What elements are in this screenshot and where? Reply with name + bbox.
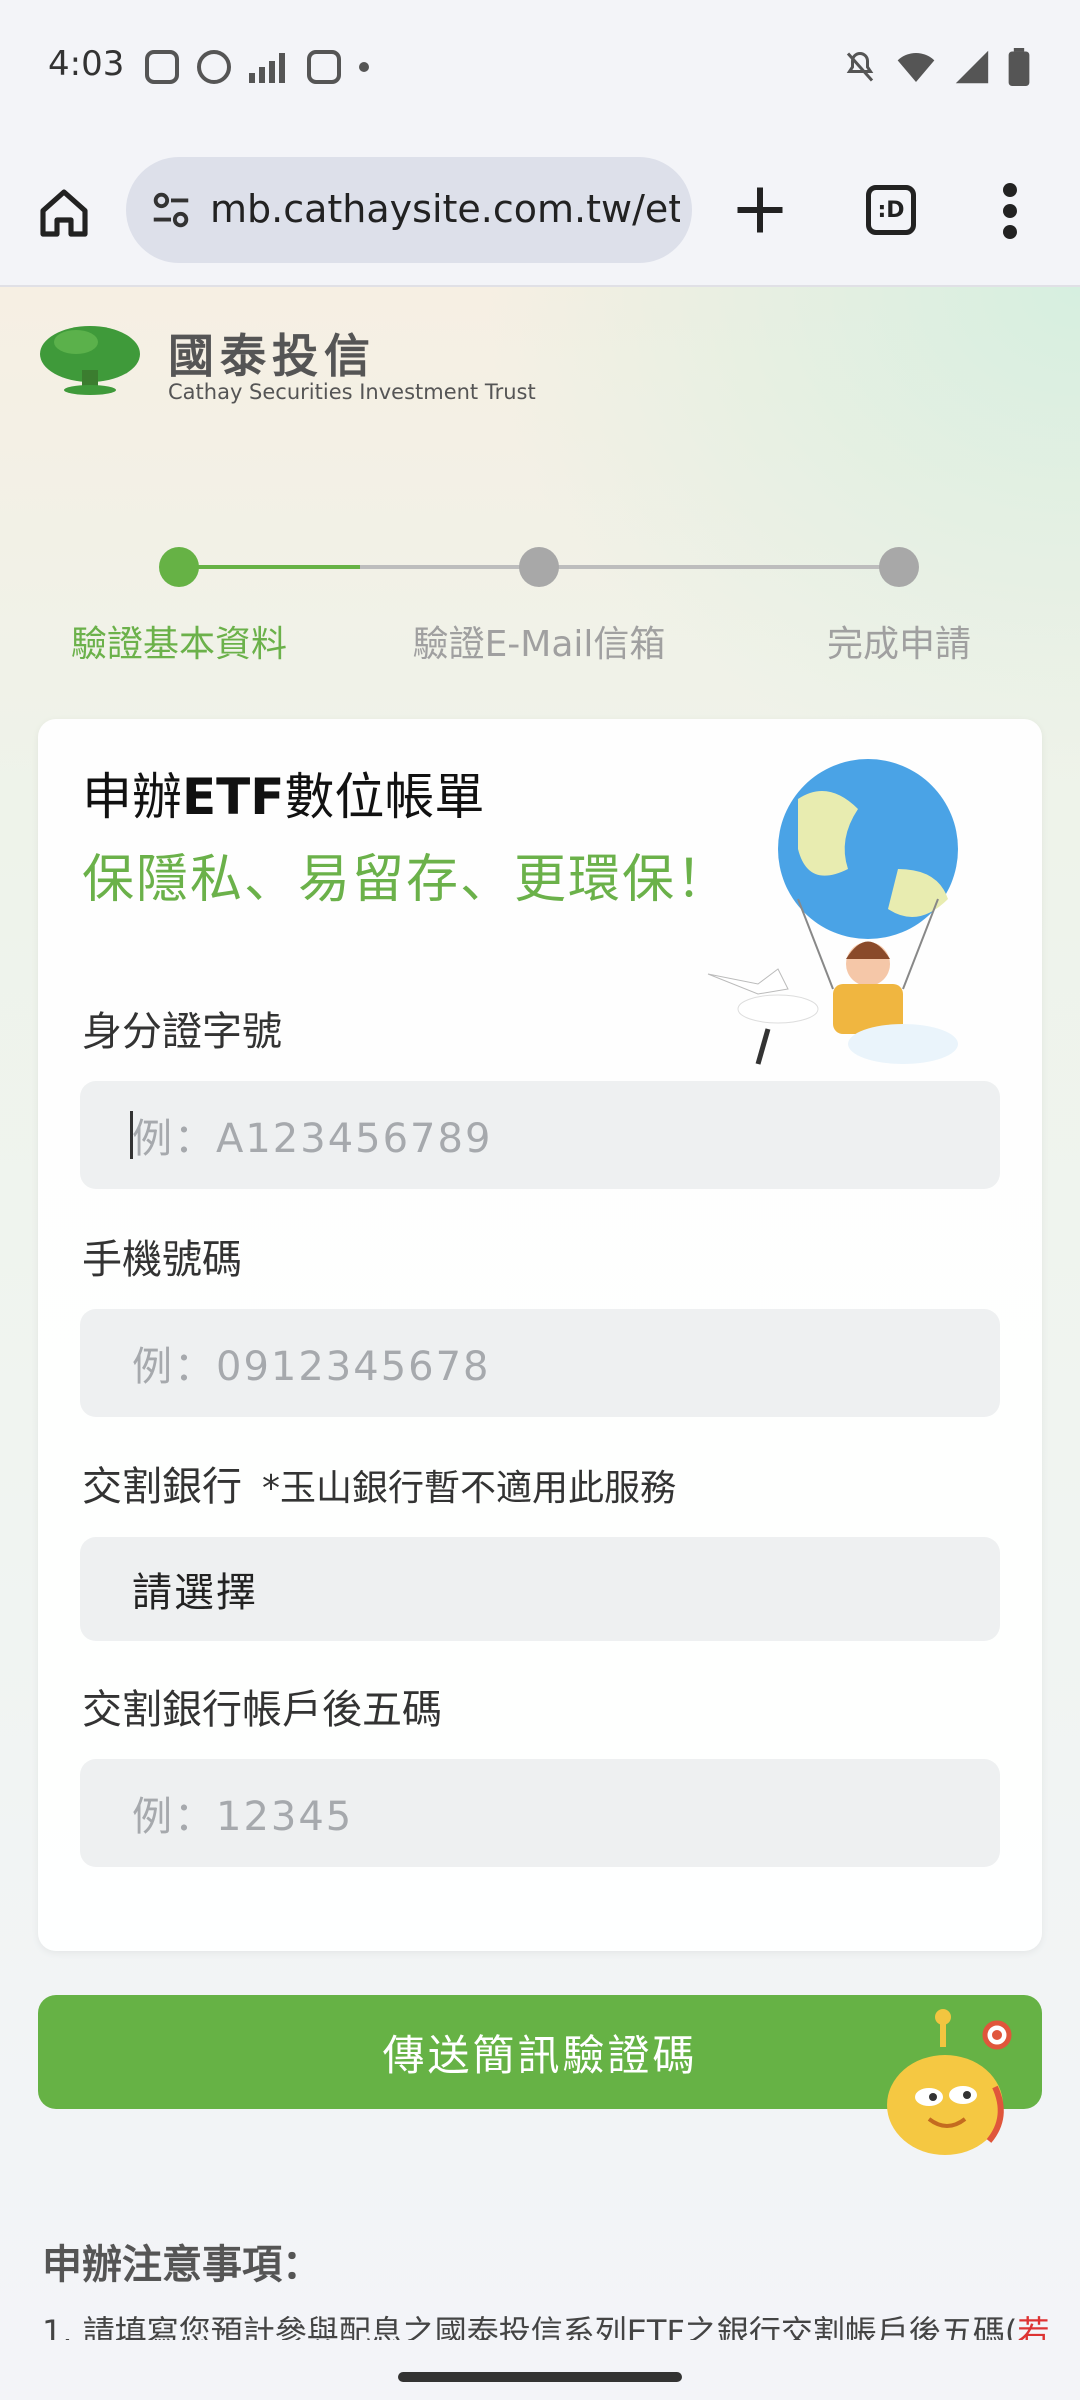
phone-input[interactable]: 例：0912345678 (80, 1309, 1000, 1417)
bank-select[interactable]: 請選擇 (80, 1537, 1000, 1641)
step-3-dot (879, 547, 919, 587)
chatbot-assistant-icon[interactable] (885, 2007, 1015, 2157)
more-options-icon[interactable] (1000, 183, 1020, 239)
site-settings-icon[interactable] (148, 187, 194, 233)
tab-switcher-button[interactable]: :D (866, 185, 916, 235)
more-notifications-icon (359, 62, 369, 72)
step-connector-pending (360, 565, 900, 569)
step-1-label: 驗證基本資料 (70, 624, 288, 665)
text-caret (130, 1111, 133, 1159)
form-subtitle: 保隱私、易留存、更環保！ (82, 850, 731, 910)
account-last5-input[interactable]: 例：12345 (80, 1759, 1000, 1867)
notice-title: 申辦注意事項： (42, 2242, 322, 2288)
app-notification-icon (197, 50, 231, 84)
bank-label: 交割銀行 *玉山銀行暫不適用此服務 (82, 1464, 677, 1510)
brand-name-cn: 國泰投信 (168, 329, 376, 383)
page-content: 國泰投信 Cathay Securities Investment Trust … (0, 287, 1080, 2360)
cell-signal-icon (955, 50, 989, 84)
url-bar[interactable]: mb.cathaysite.com.tw/etf (126, 157, 692, 263)
brand-logo[interactable]: 國泰投信 Cathay Securities Investment Trust (38, 320, 536, 404)
status-time: 4:03 (48, 44, 125, 84)
tree-logo-icon (40, 326, 140, 395)
hot-air-balloon-illustration (707, 759, 958, 1065)
step-1-dot (159, 547, 199, 587)
instagram-icon (307, 50, 341, 84)
id-number-input[interactable]: 例：A123456789 (80, 1081, 1000, 1189)
signal-chart-icon (249, 51, 289, 83)
system-icons (842, 48, 1030, 86)
step-2-label: 驗證E-Mail信箱 (412, 624, 666, 665)
step-connector-done (180, 565, 360, 569)
home-icon[interactable] (36, 185, 92, 241)
instagram-icon (145, 50, 179, 84)
progress-steps: 驗證基本資料 驗證E-Mail信箱 完成申請 (0, 537, 1080, 665)
bank-note: *玉山銀行暫不適用此服務 (262, 1468, 677, 1509)
new-tab-icon[interactable] (730, 180, 790, 240)
phone-label: 手機號碼 (82, 1237, 242, 1283)
battery-icon (1008, 48, 1030, 86)
brand-name-en: Cathay Securities Investment Trust (168, 380, 536, 404)
step-2-dot (519, 547, 559, 587)
form-title: 申辦ETF數位帳單 (82, 768, 485, 826)
account-last5-label: 交割銀行帳戶後五碼 (82, 1687, 442, 1733)
gesture-nav-bar (0, 2340, 1080, 2400)
id-number-label: 身分證字號 (82, 1009, 282, 1055)
status-bar: 4:03 (0, 0, 1080, 135)
mute-icon (846, 51, 874, 82)
wifi-icon (897, 53, 935, 82)
application-form-card: 申辦ETF數位帳單 保隱私、易留存、更環保！ 身分證字號 例：A12345678… (38, 719, 1042, 1951)
step-3-label: 完成申請 (826, 624, 972, 665)
home-gesture-handle[interactable] (398, 2372, 682, 2382)
browser-toolbar: mb.cathaysite.com.tw/etf :D (0, 135, 1080, 287)
url-text[interactable]: mb.cathaysite.com.tw/etf (210, 187, 680, 231)
notification-icons (145, 50, 369, 84)
